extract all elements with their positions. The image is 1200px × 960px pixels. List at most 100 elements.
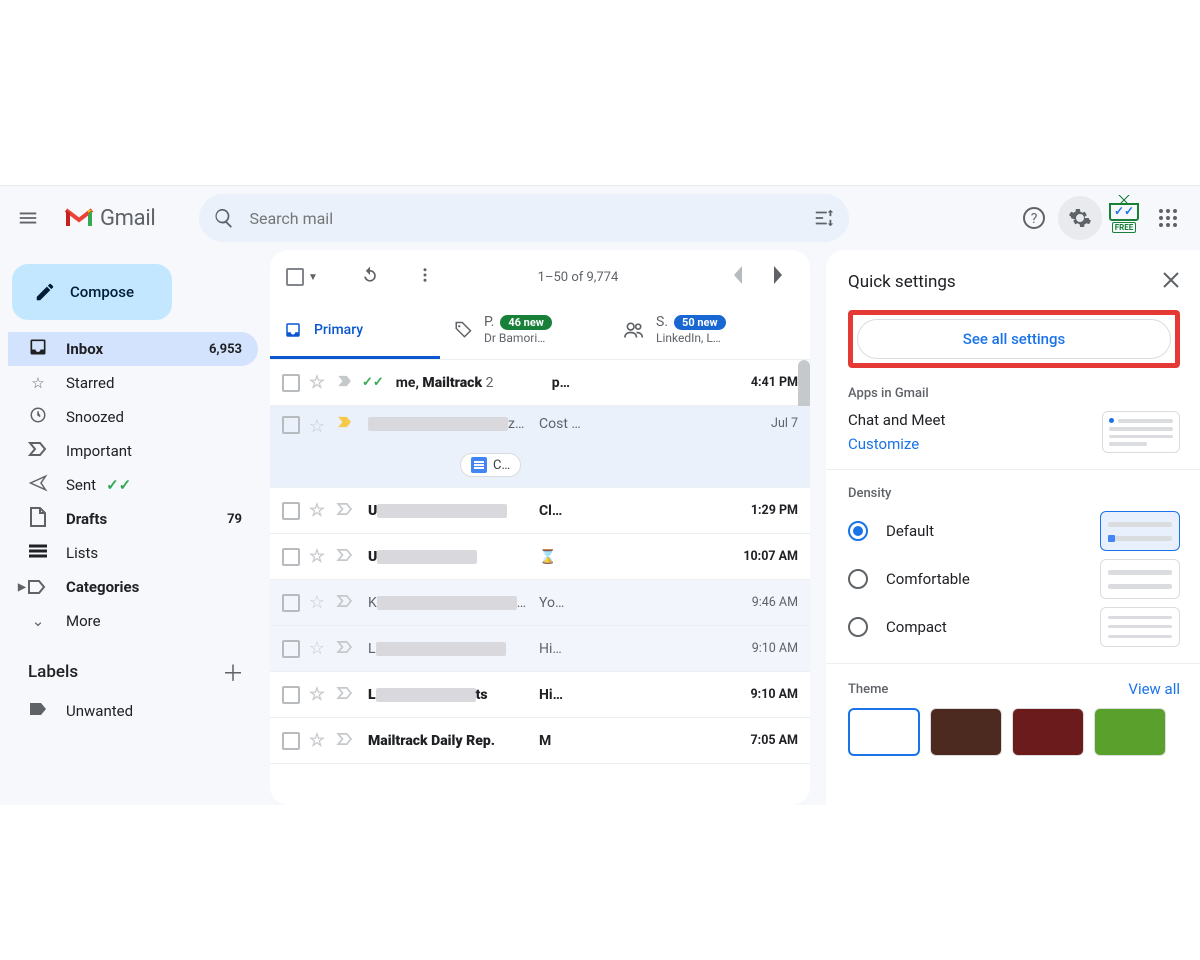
star-toggle[interactable]: ☆ (306, 546, 328, 567)
star-toggle[interactable]: ☆ (306, 500, 328, 521)
support-button[interactable]: ? (1012, 196, 1056, 240)
close-icon (1162, 271, 1180, 289)
theme-swatches (848, 708, 1180, 756)
importance-marker[interactable] (334, 416, 356, 432)
message-row[interactable]: ☆ Mailtrack Daily Rep. M 7:05 AM (270, 718, 810, 764)
star-toggle[interactable]: ☆ (306, 416, 328, 437)
message-time: 9:46 AM (730, 595, 798, 610)
refresh-button[interactable] (360, 265, 380, 289)
tab-social[interactable]: S. 50 new LinkedIn, L… (610, 304, 780, 359)
gmail-logo[interactable]: Gmail (56, 206, 163, 231)
help-icon: ? (1022, 206, 1046, 230)
tab-promotions[interactable]: P. 46 new Dr Bamori… (440, 304, 610, 359)
importance-marker[interactable] (334, 375, 356, 391)
star-toggle[interactable]: ☆ (306, 372, 328, 393)
nav-lists[interactable]: Lists (8, 536, 258, 570)
nav-inbox-label: Inbox (66, 340, 103, 358)
density-compact-radio[interactable]: Compact (848, 617, 947, 637)
row-checkbox[interactable] (282, 640, 300, 658)
density-default-row[interactable]: Default (848, 511, 1180, 551)
search-bar[interactable] (199, 194, 849, 242)
tab-primary-label: Primary (314, 322, 363, 338)
density-comfortable-row[interactable]: Comfortable (848, 559, 1180, 599)
message-row[interactable]: ☆ Lts Hi… 9:10 AM (270, 672, 810, 718)
label-unwanted[interactable]: Unwanted (8, 694, 258, 728)
row-checkbox[interactable] (282, 594, 300, 612)
categories-icon: ▶ (18, 580, 48, 594)
nav-starred[interactable]: ☆ Starred (8, 366, 258, 400)
add-label-button[interactable]: ＋ (222, 656, 244, 688)
page-range: 1–50 of 9,774 (442, 270, 714, 285)
importance-marker[interactable] (334, 503, 356, 519)
inbox-tab-icon (284, 321, 302, 339)
next-page-button[interactable] (762, 266, 794, 288)
pencil-icon (34, 281, 56, 303)
importance-marker[interactable] (334, 733, 356, 749)
star-toggle[interactable]: ☆ (306, 638, 328, 659)
row-checkbox[interactable] (282, 686, 300, 704)
theme-swatch[interactable] (1094, 708, 1166, 756)
message-row[interactable]: ☆ U Cl… 1:29 PM (270, 488, 810, 534)
message-row[interactable]: ☆ z… Cost … Jul 7 C… (270, 406, 810, 488)
importance-marker[interactable] (334, 687, 356, 703)
nav-drafts-label: Drafts (66, 510, 107, 528)
nav-drafts-count: 79 (227, 512, 242, 527)
clock-icon (28, 406, 48, 428)
nav-sent[interactable]: Sent ✓✓ (8, 468, 258, 502)
mailtrack-extension-badge[interactable]: ✓✓ FREE (1104, 200, 1144, 236)
customize-apps-link[interactable]: Customize (848, 435, 945, 453)
nav-important[interactable]: Important (8, 434, 258, 468)
main-menu-button[interactable] (6, 196, 50, 240)
importance-marker[interactable] (334, 641, 356, 657)
see-all-settings-button[interactable]: See all settings (857, 319, 1171, 359)
message-row[interactable]: ☆ L Hi… 9:10 AM (270, 626, 810, 672)
apps-grid-icon (1158, 208, 1178, 228)
theme-swatch[interactable] (930, 708, 1002, 756)
density-comfortable-radio[interactable]: Comfortable (848, 569, 970, 589)
nav-more[interactable]: ⌄ More (8, 604, 258, 638)
star-toggle[interactable]: ☆ (306, 730, 328, 751)
tab-primary[interactable]: Primary (270, 304, 440, 359)
chat-and-meet-label: Chat and Meet (848, 411, 945, 429)
row-checkbox[interactable] (282, 374, 300, 392)
message-from: U (362, 549, 527, 565)
density-compact-label: Compact (886, 618, 947, 636)
message-row[interactable]: ☆ U ⌛ 10:07 AM (270, 534, 810, 580)
theme-swatch[interactable] (1012, 708, 1084, 756)
prev-page-button[interactable] (722, 266, 754, 288)
row-checkbox[interactable] (282, 548, 300, 566)
density-default-radio[interactable]: Default (848, 521, 934, 541)
select-all-checkbox[interactable] (286, 268, 304, 286)
message-time: 1:29 PM (730, 503, 798, 518)
select-dropdown[interactable]: ▼ (308, 272, 318, 283)
row-checkbox[interactable] (282, 732, 300, 750)
importance-marker[interactable] (334, 549, 356, 565)
message-row[interactable]: ☆ ✓✓ me, Mailtrack 2 p… 4:41 PM (270, 360, 810, 406)
star-toggle[interactable]: ☆ (306, 592, 328, 613)
labels-list: Unwanted (8, 694, 258, 728)
apps-in-gmail-heading: Apps in Gmail (848, 386, 1180, 401)
theme-view-all-link[interactable]: View all (1128, 680, 1180, 698)
close-quick-settings-button[interactable] (1162, 270, 1180, 294)
nav-inbox[interactable]: Inbox 6,953 (8, 332, 258, 366)
search-input[interactable] (247, 208, 801, 229)
nav-categories[interactable]: ▶ Categories (8, 570, 258, 604)
settings-button[interactable] (1058, 196, 1102, 240)
density-compact-row[interactable]: Compact (848, 607, 1180, 647)
nav-drafts[interactable]: Drafts 79 (8, 502, 258, 536)
attachment-chip[interactable]: C… (460, 453, 521, 477)
google-apps-button[interactable] (1146, 196, 1190, 240)
search-options-icon[interactable] (813, 207, 835, 229)
more-actions-button[interactable] (416, 266, 434, 288)
row-checkbox[interactable] (282, 502, 300, 520)
nav-snoozed[interactable]: Snoozed (8, 400, 258, 434)
theme-heading: Theme (848, 682, 888, 697)
importance-marker[interactable] (334, 595, 356, 611)
nav-snoozed-label: Snoozed (66, 408, 124, 426)
row-checkbox[interactable] (282, 416, 300, 434)
compose-button[interactable]: Compose (12, 264, 172, 320)
separator (826, 663, 1200, 664)
theme-swatch[interactable] (848, 708, 920, 756)
star-toggle[interactable]: ☆ (306, 684, 328, 705)
message-row[interactable]: ☆ K… Yo… 9:46 AM (270, 580, 810, 626)
